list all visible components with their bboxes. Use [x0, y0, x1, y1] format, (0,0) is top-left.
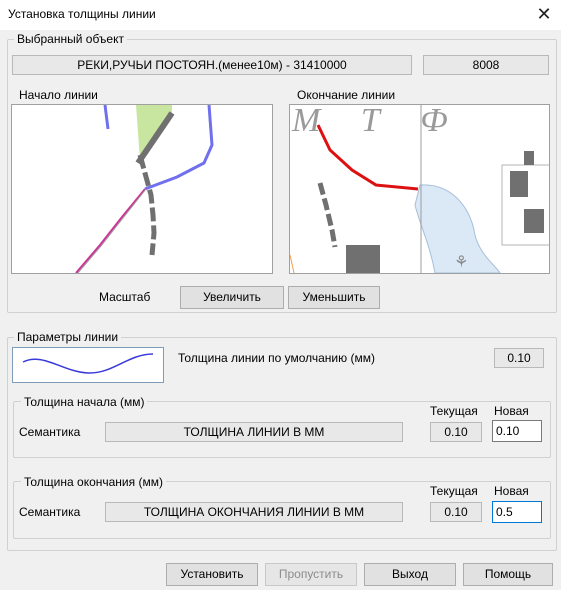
zoom-in-button[interactable]: Увеличить: [180, 286, 284, 309]
start-thickness-legend: Толщина начала (мм): [21, 395, 148, 409]
start-new-header: Новая: [494, 404, 529, 418]
start-semantics-label: Семантика: [19, 425, 81, 439]
map-label-text: М Т Ф: [291, 105, 464, 139]
selected-object-legend: Выбранный объект: [14, 32, 127, 46]
exit-button[interactable]: Выход: [364, 563, 456, 586]
end-current-header: Текущая: [430, 484, 478, 498]
end-map-label: Окончание линии: [297, 88, 396, 102]
end-semantics-field: ТОЛЩИНА ОКОНЧАНИЯ ЛИНИИ В ММ: [105, 502, 403, 522]
line-preview-curve: [22, 353, 154, 374]
line-params-legend: Параметры линии: [14, 330, 122, 344]
end-new-input[interactable]: [492, 501, 542, 523]
start-map-drawing: [75, 105, 214, 273]
window-title: Установка толщины линии: [8, 7, 156, 21]
default-thickness-value: 0.10: [494, 348, 544, 368]
object-code-field: 8008: [423, 55, 549, 75]
scale-label: Масштаб: [99, 290, 151, 304]
start-map-label: Начало линии: [19, 88, 98, 102]
skip-button: Пропустить: [265, 563, 357, 586]
end-thickness-legend: Толщина окончания (мм): [21, 475, 166, 489]
zoom-out-button[interactable]: Уменьшить: [288, 286, 380, 309]
close-icon[interactable]: ✕: [532, 3, 556, 25]
end-current-value: 0.10: [430, 502, 482, 522]
end-semantics-label: Семантика: [19, 505, 81, 519]
vegetation-area: [136, 105, 172, 160]
start-new-input[interactable]: [492, 420, 542, 442]
help-button[interactable]: Помощь: [463, 563, 553, 586]
start-current-value: 0.10: [430, 422, 482, 442]
end-line-map[interactable]: М Т Ф ⚘: [289, 104, 550, 274]
default-thickness-label: Толщина линии по умолчанию (мм): [178, 351, 375, 365]
end-map-drawing: М Т Ф ⚘: [290, 105, 549, 273]
start-semantics-field: ТОЛЩИНА ЛИНИИ В ММ: [105, 422, 403, 442]
start-current-header: Текущая: [430, 404, 478, 418]
start-line-map[interactable]: [11, 104, 273, 274]
line-preview: [12, 347, 164, 383]
end-new-header: Новая: [494, 484, 529, 498]
object-name-field: РЕКИ,РУЧЬИ ПОСТОЯН.(менее10м) - 31410000: [12, 55, 412, 75]
set-button[interactable]: Установить: [166, 563, 258, 586]
symbol-icon: ⚘: [454, 252, 468, 271]
